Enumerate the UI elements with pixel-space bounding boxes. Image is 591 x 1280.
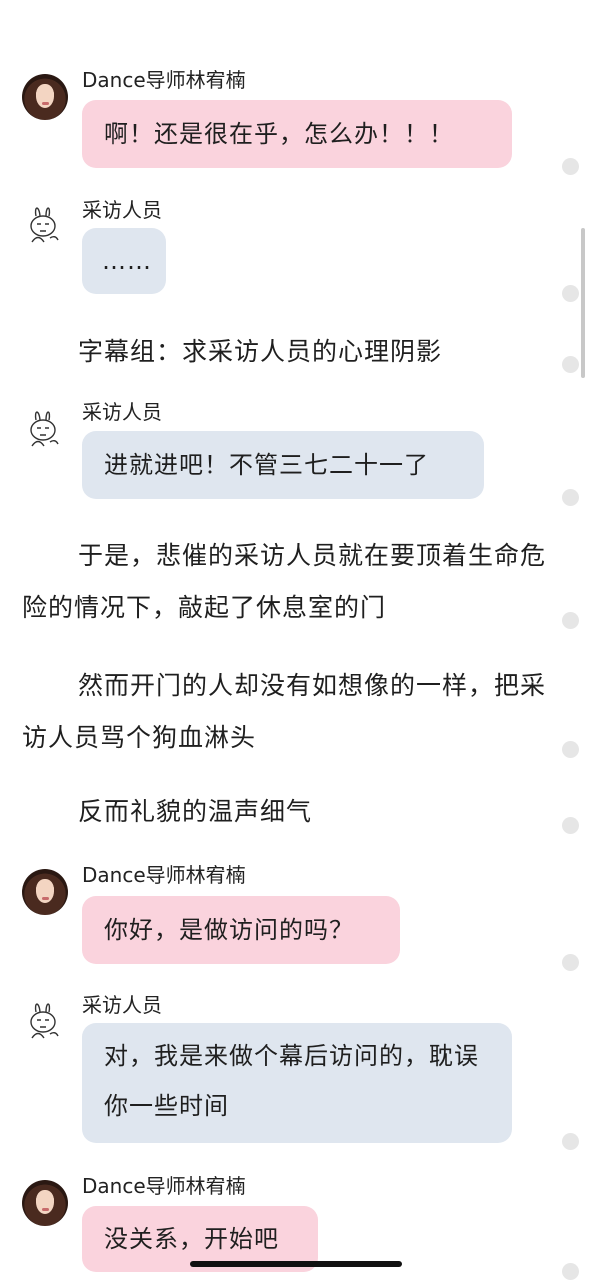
sender-name: 采访人员 <box>82 198 162 222</box>
select-dot[interactable] <box>562 817 579 834</box>
message-bubble[interactable]: 你好，是做访问的吗？ <box>82 896 400 964</box>
narration-text: 字幕组：求采访人员的心理阴影 <box>78 337 443 366</box>
select-dot[interactable] <box>562 954 579 971</box>
sender-name: 采访人员 <box>82 993 162 1017</box>
select-dot[interactable] <box>562 1133 579 1150</box>
rabbit-sticker-icon[interactable] <box>22 406 68 452</box>
sender-name: Dance导师林宥楠 <box>82 863 246 887</box>
narration-text: 然而开门的人却没有如想像的一样，把采访人员骂个狗血淋头 <box>22 671 547 752</box>
instructor-avatar[interactable] <box>22 1180 68 1226</box>
select-dot[interactable] <box>562 285 579 302</box>
sender-name: Dance导师林宥楠 <box>82 68 246 92</box>
select-dot[interactable] <box>562 612 579 629</box>
narration-text: 反而礼貌的温声细气 <box>78 797 313 826</box>
message-bubble[interactable]: 啊！还是很在乎，怎么办！！！ <box>82 100 512 168</box>
home-indicator[interactable] <box>190 1261 402 1267</box>
message-bubble[interactable]: 对，我是来做个幕后访问的，耽误你一些时间 <box>82 1023 512 1143</box>
select-dot[interactable] <box>562 741 579 758</box>
instructor-avatar[interactable] <box>22 74 68 120</box>
scrollbar[interactable] <box>581 228 585 378</box>
message-bubble[interactable]: …… <box>82 228 166 294</box>
message-bubble[interactable]: 进就进吧！不管三七二十一了 <box>82 431 484 499</box>
select-dot[interactable] <box>562 1263 579 1280</box>
rabbit-sticker-icon[interactable] <box>22 998 68 1044</box>
rabbit-sticker-icon[interactable] <box>22 202 68 248</box>
select-dot[interactable] <box>562 158 579 175</box>
select-dot[interactable] <box>562 489 579 506</box>
sender-name: Dance导师林宥楠 <box>82 1174 246 1198</box>
narration-text: 于是，悲催的采访人员就在要顶着生命危险的情况下，敲起了休息室的门 <box>22 541 547 622</box>
select-dot[interactable] <box>562 356 579 373</box>
instructor-avatar[interactable] <box>22 869 68 915</box>
chat-screen: Dance导师林宥楠 啊！还是很在乎，怎么办！！！ 采访人员 …… 字幕组：求采… <box>0 0 591 1280</box>
sender-name: 采访人员 <box>82 400 162 424</box>
